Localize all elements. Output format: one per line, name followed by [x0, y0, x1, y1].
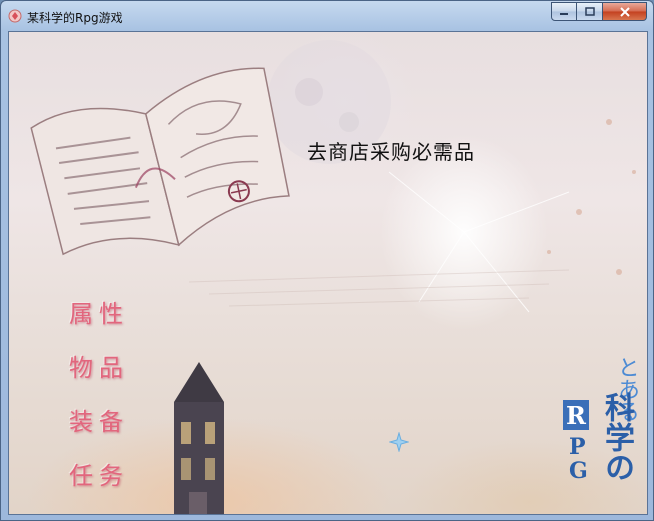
- maximize-icon: [584, 7, 595, 16]
- logo-letter-p: P: [569, 434, 586, 460]
- window-title: 某科学的Rpg游戏: [27, 11, 123, 25]
- logo-letter-g: G: [569, 458, 588, 484]
- menu-item-items[interactable]: 物品: [69, 348, 139, 388]
- maximize-button[interactable]: [577, 2, 603, 21]
- open-book-illustration: [30, 67, 290, 256]
- game-window: 某科学的Rpg游戏 去商店采购必需品 属性 物品 装备 任务 とある 科学の R…: [0, 0, 654, 521]
- quest-message: 去商店采购必需品: [307, 140, 475, 164]
- logo-line2: 科学の: [599, 392, 634, 482]
- clock-tower: [174, 362, 224, 514]
- game-logo: とある 科学の R P G: [557, 356, 639, 506]
- sparkle-cursor: [389, 432, 409, 452]
- close-icon: [619, 6, 630, 17]
- logo-letter-r: R: [563, 400, 589, 430]
- minimize-button[interactable]: [551, 2, 577, 21]
- menu-item-equipment[interactable]: 装备: [69, 402, 139, 442]
- game-canvas[interactable]: 去商店采购必需品 属性 物品 装备 任务 とある 科学の R P G: [8, 31, 648, 515]
- close-button[interactable]: [603, 2, 647, 21]
- app-icon: [8, 9, 22, 23]
- title-bar[interactable]: 某科学的Rpg游戏: [1, 1, 653, 31]
- menu-item-quests[interactable]: 任务: [69, 456, 139, 496]
- window-controls: [551, 2, 647, 22]
- minimize-icon: [560, 12, 568, 15]
- menu-item-attributes[interactable]: 属性: [69, 294, 139, 334]
